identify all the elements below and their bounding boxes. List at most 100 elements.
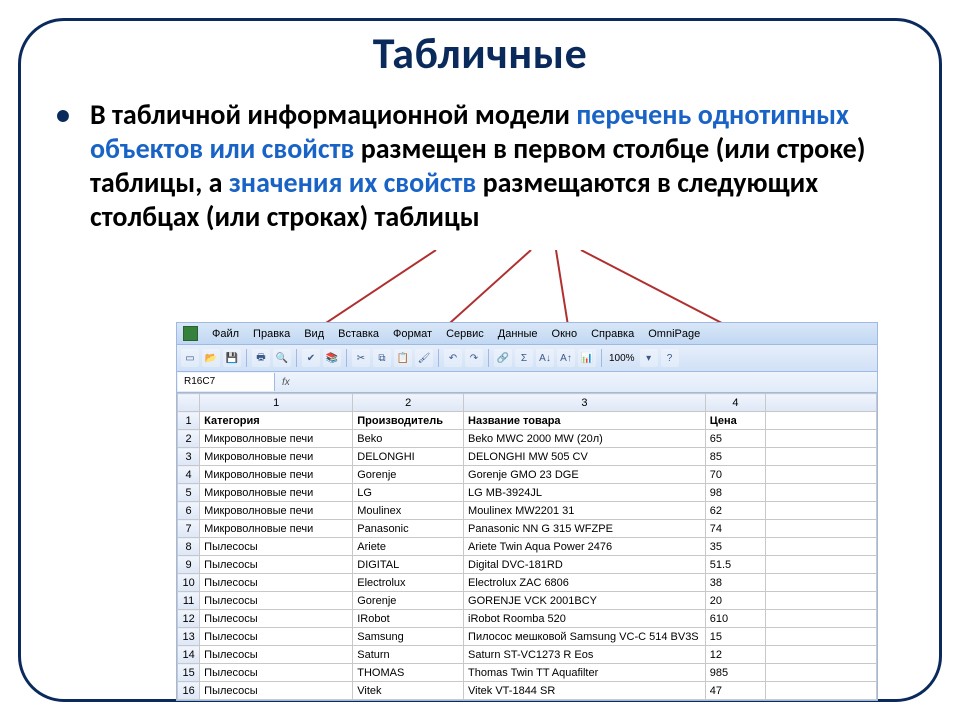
cell[interactable]: LG MB-3924JL (464, 484, 706, 502)
menu-omnipage[interactable]: OmniPage (648, 328, 700, 340)
redo-icon[interactable]: ↷ (465, 349, 483, 367)
row-header[interactable]: 6 (178, 502, 200, 520)
cell[interactable]: 62 (705, 502, 765, 520)
col-header[interactable]: 1 (200, 394, 353, 412)
cell[interactable] (766, 520, 877, 538)
cell[interactable] (766, 466, 877, 484)
cell[interactable]: iRobot Roomba 520 (464, 610, 706, 628)
row-header[interactable]: 15 (178, 664, 200, 682)
select-all-corner[interactable] (178, 394, 200, 412)
cell[interactable]: Thomas Twin TT Aquafilter (464, 664, 706, 682)
cell[interactable]: IRobot (353, 610, 464, 628)
cell[interactable]: Moulinex MW2201 31 (464, 502, 706, 520)
menu-view[interactable]: Вид (304, 328, 324, 340)
cell[interactable]: 38 (705, 574, 765, 592)
menu-tools[interactable]: Сервис (446, 328, 484, 340)
cell[interactable]: Микроволновые печи (200, 502, 353, 520)
cell[interactable]: Цена (705, 412, 765, 430)
cell[interactable]: Saturn ST-VC1273 R Eos (464, 646, 706, 664)
row-header[interactable]: 13 (178, 628, 200, 646)
row-header[interactable]: 4 (178, 466, 200, 484)
cell[interactable] (766, 628, 877, 646)
preview-icon[interactable]: 🔍 (273, 349, 291, 367)
cell[interactable]: Vitek VT-1844 SR (464, 682, 706, 700)
cell[interactable] (766, 484, 877, 502)
cell[interactable]: Микроволновые печи (200, 466, 353, 484)
zoom-value[interactable]: 100% (607, 353, 637, 364)
cell[interactable]: 51.5 (705, 556, 765, 574)
cell[interactable]: Пылесосы (200, 682, 353, 700)
cell[interactable]: Samsung (353, 628, 464, 646)
cell[interactable]: DIGITAL (353, 556, 464, 574)
cell[interactable] (766, 682, 877, 700)
cell[interactable]: Digital DVC-181RD (464, 556, 706, 574)
cell[interactable]: 610 (705, 610, 765, 628)
autosum-icon[interactable]: Σ (515, 349, 533, 367)
cell[interactable]: 20 (705, 592, 765, 610)
print-icon[interactable]: 🖶 (252, 349, 270, 367)
cell[interactable]: 85 (705, 448, 765, 466)
cell[interactable]: Пылесосы (200, 574, 353, 592)
cell[interactable] (766, 538, 877, 556)
row-header[interactable]: 16 (178, 682, 200, 700)
cell[interactable]: Moulinex (353, 502, 464, 520)
cell[interactable]: 74 (705, 520, 765, 538)
row-header[interactable]: 8 (178, 538, 200, 556)
cell[interactable]: LG (353, 484, 464, 502)
undo-icon[interactable]: ↶ (444, 349, 462, 367)
cell[interactable]: Saturn (353, 646, 464, 664)
chart-icon[interactable]: 📊 (578, 349, 596, 367)
copy-icon[interactable]: ⧉ (373, 349, 391, 367)
help-icon[interactable]: ? (661, 349, 679, 367)
cell[interactable] (766, 610, 877, 628)
menu-window[interactable]: Окно (552, 328, 578, 340)
cell[interactable]: Electrolux (353, 574, 464, 592)
save-icon[interactable]: 💾 (223, 349, 241, 367)
row-header[interactable]: 14 (178, 646, 200, 664)
research-icon[interactable]: 📚 (323, 349, 341, 367)
menu-data[interactable]: Данные (498, 328, 538, 340)
open-icon[interactable]: 📂 (202, 349, 220, 367)
row-header[interactable]: 5 (178, 484, 200, 502)
menu-format[interactable]: Формат (393, 328, 432, 340)
cut-icon[interactable]: ✂ (352, 349, 370, 367)
cell[interactable]: 47 (705, 682, 765, 700)
cell[interactable]: Panasonic (353, 520, 464, 538)
cell[interactable]: Panasonic NN G 315 WFZPE (464, 520, 706, 538)
cell[interactable] (766, 448, 877, 466)
zoom-dropdown-icon[interactable]: ▾ (640, 349, 658, 367)
row-header[interactable]: 10 (178, 574, 200, 592)
spreadsheet[interactable]: 1 2 3 4 1КатегорияПроизводительНазвание … (177, 393, 877, 700)
cell[interactable]: Пылесосы (200, 646, 353, 664)
cell[interactable]: Производитель (353, 412, 464, 430)
name-box[interactable]: R16C7 (178, 373, 275, 391)
cell[interactable]: 985 (705, 664, 765, 682)
cell[interactable]: Electrolux ZAC 6806 (464, 574, 706, 592)
cell[interactable]: GORENJE VCK 2001BCY (464, 592, 706, 610)
cell[interactable]: Категория (200, 412, 353, 430)
cell[interactable]: Пылесосы (200, 628, 353, 646)
cell[interactable]: 35 (705, 538, 765, 556)
new-icon[interactable]: ▭ (181, 349, 199, 367)
cell[interactable] (766, 574, 877, 592)
cell[interactable]: Пылесосы (200, 556, 353, 574)
cell[interactable]: Gorenje (353, 466, 464, 484)
col-header[interactable]: 4 (705, 394, 765, 412)
cell[interactable]: 70 (705, 466, 765, 484)
cell[interactable]: Микроволновые печи (200, 448, 353, 466)
row-header[interactable]: 1 (178, 412, 200, 430)
cell[interactable]: 98 (705, 484, 765, 502)
cell[interactable] (766, 412, 877, 430)
row-header[interactable]: 9 (178, 556, 200, 574)
cell[interactable]: Микроволновые печи (200, 430, 353, 448)
cell[interactable]: Gorenje GMO 23 DGE (464, 466, 706, 484)
spellcheck-icon[interactable]: ✔ (302, 349, 320, 367)
row-header[interactable]: 2 (178, 430, 200, 448)
sort-asc-icon[interactable]: A↓ (536, 349, 554, 367)
cell[interactable]: DELONGHI MW 505 CV (464, 448, 706, 466)
row-header[interactable]: 11 (178, 592, 200, 610)
cell[interactable]: Beko MWC 2000 MW (20л) (464, 430, 706, 448)
cell[interactable]: 65 (705, 430, 765, 448)
cell[interactable]: Пылесосы (200, 592, 353, 610)
cell[interactable] (766, 592, 877, 610)
